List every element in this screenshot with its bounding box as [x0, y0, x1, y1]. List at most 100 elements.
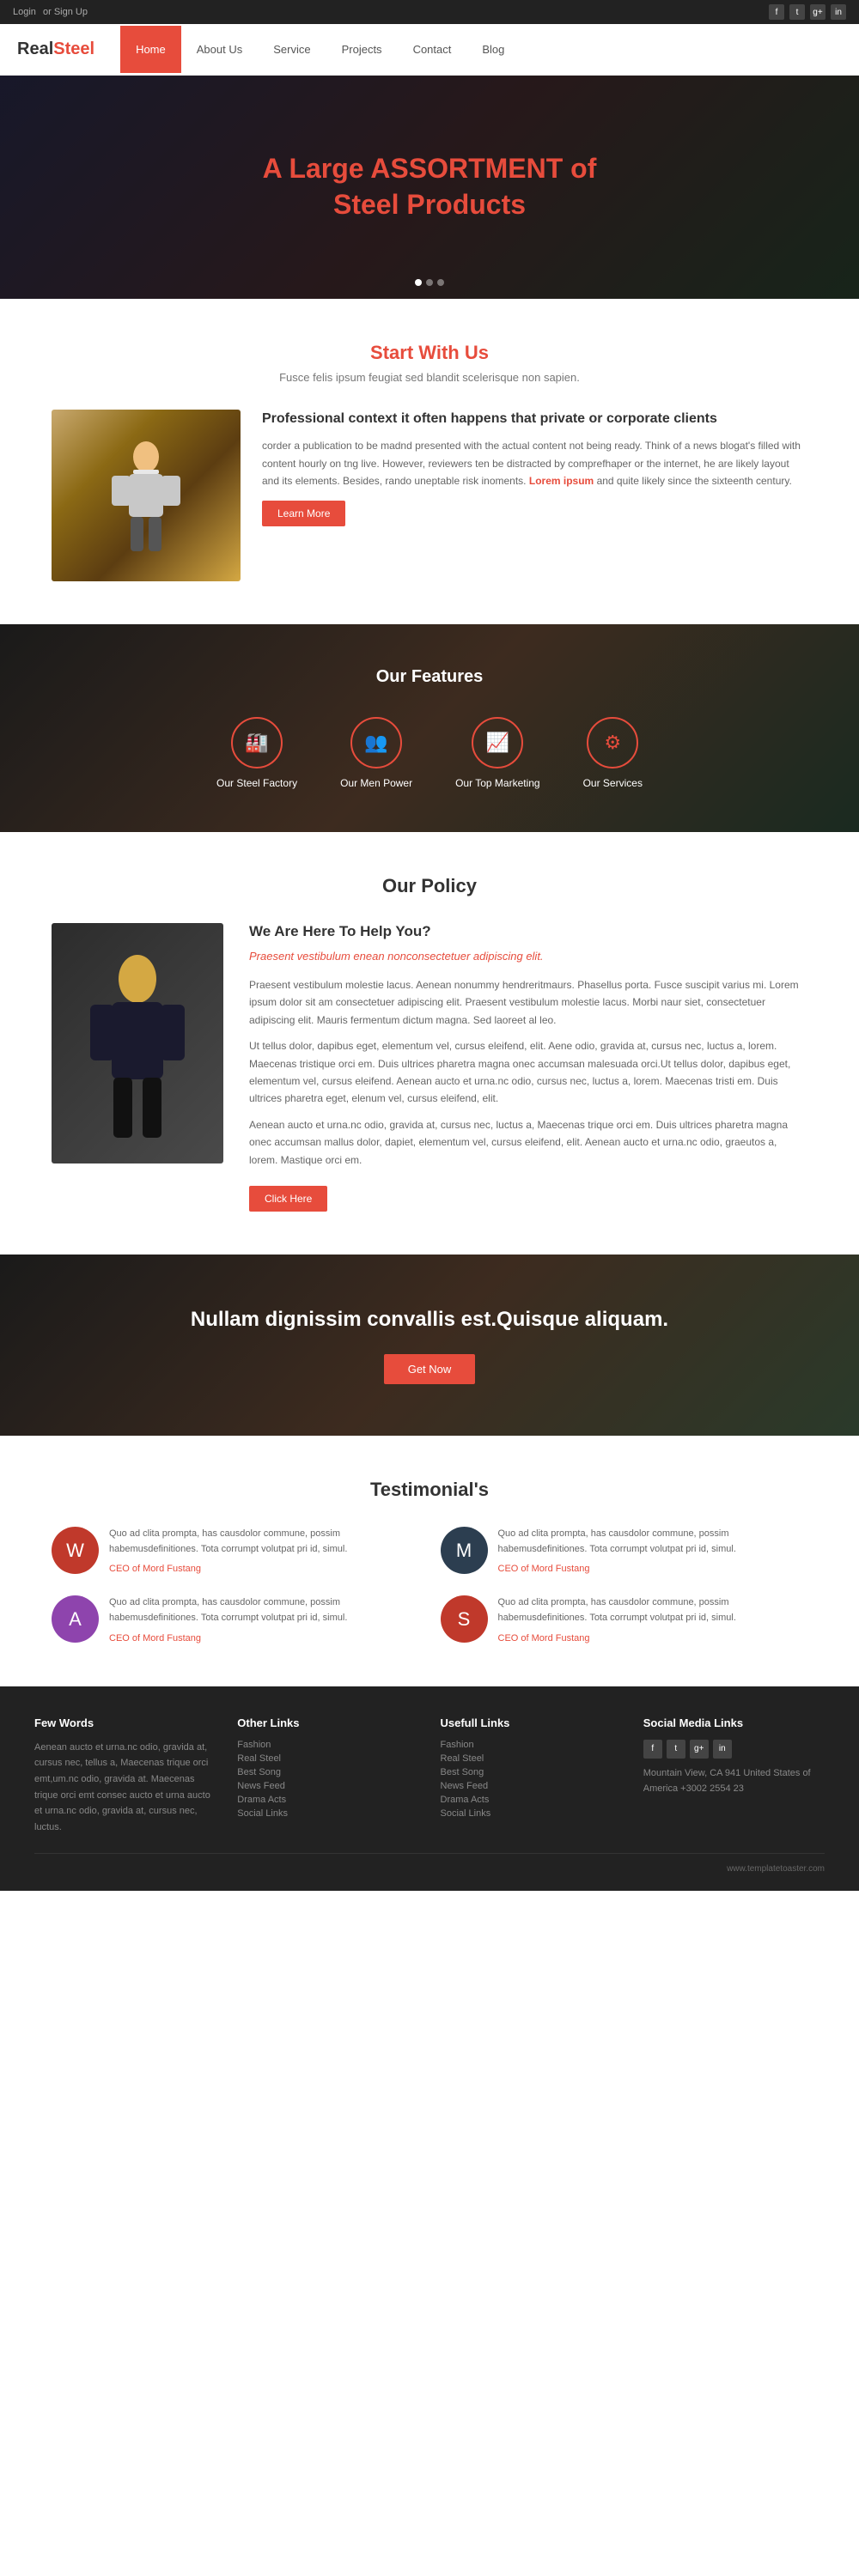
footer-link-fashion-2[interactable]: Fashion: [441, 1740, 622, 1750]
feature-label-0: Our Steel Factory: [216, 777, 297, 789]
nav-contact[interactable]: Contact: [398, 26, 467, 73]
footer-link-dramaacts-1[interactable]: Drama Acts: [237, 1795, 418, 1805]
nav-home[interactable]: Home: [120, 26, 181, 73]
testimonials-grid: W Quo ad clita prompta, has causdolor co…: [52, 1527, 807, 1643]
footer-link-bestsong-1[interactable]: Best Song: [237, 1767, 418, 1777]
testimonial-role-0: CEO of Mord Fustang: [109, 1564, 201, 1574]
separator: or: [43, 7, 52, 17]
footer-link-newsfeed-1[interactable]: News Feed: [237, 1781, 418, 1791]
feature-steel-factory[interactable]: 🏭 Our Steel Factory: [216, 717, 297, 789]
start-card-title: Professional context it often happens th…: [262, 410, 807, 428]
logo: RealSteel: [17, 39, 94, 59]
footer-link-sociallinks-2[interactable]: Social Links: [441, 1808, 622, 1819]
avatar-0: W: [52, 1527, 99, 1574]
footer-link-realsteel-1[interactable]: Real Steel: [237, 1753, 418, 1764]
footer-grid: Few Words Aenean aucto et urna.nc odio, …: [34, 1716, 825, 1836]
footer-linkedin-icon[interactable]: in: [713, 1740, 732, 1759]
hero-dots: [415, 279, 444, 286]
nav-service[interactable]: Service: [258, 26, 326, 73]
nav-about[interactable]: About Us: [181, 26, 258, 73]
linkedin-icon[interactable]: in: [831, 4, 846, 20]
testimonial-text-3: Quo ad clita prompta, has causdolor comm…: [498, 1595, 808, 1643]
cta-text: Nullam dignissim convallis est.Quisque a…: [52, 1306, 807, 1333]
footer-col-fewwords: Few Words Aenean aucto et urna.nc odio, …: [34, 1716, 216, 1836]
feature-label-3: Our Services: [583, 777, 643, 789]
avatar-2: A: [52, 1595, 99, 1643]
login-link[interactable]: Login: [13, 7, 36, 17]
avatar-1: M: [441, 1527, 488, 1574]
hero-dot-1[interactable]: [415, 279, 422, 286]
policy-image: [52, 923, 223, 1163]
nav-links: Home About Us Service Projects Contact B…: [120, 26, 520, 73]
footer-link-bestsong-2[interactable]: Best Song: [441, 1767, 622, 1777]
feature-our-services[interactable]: ⚙ Our Services: [583, 717, 643, 789]
hero-line3: Steel Products: [333, 189, 526, 220]
footer-link-dramaacts-2[interactable]: Drama Acts: [441, 1795, 622, 1805]
top-bar: Login or Sign Up f t g+ in: [0, 0, 859, 24]
testimonial-body-3: Quo ad clita prompta, has causdolor comm…: [498, 1595, 808, 1625]
feature-label-1: Our Men Power: [340, 777, 412, 789]
hero-line2: of: [570, 153, 596, 184]
features-content: Our Features 🏭 Our Steel Factory 👥 Our M…: [52, 667, 807, 789]
hero-section: A Large ASSORTMENT of Steel Products: [0, 76, 859, 299]
footer-col-usefulllinks: Usefull Links Fashion Real Steel Best So…: [441, 1716, 622, 1836]
policy-highlight: Praesent vestibulum enean nonconsectetue…: [249, 947, 807, 966]
footer-link-fashion-1[interactable]: Fashion: [237, 1740, 418, 1750]
start-card-body: corder a publication to be madnd present…: [262, 437, 807, 489]
testimonial-1: M Quo ad clita prompta, has causdolor co…: [441, 1527, 808, 1574]
footer-link-sociallinks-1[interactable]: Social Links: [237, 1808, 418, 1819]
nav-projects[interactable]: Projects: [326, 26, 398, 73]
signup-link[interactable]: Sign Up: [54, 7, 88, 17]
testimonial-text-2: Quo ad clita prompta, has causdolor comm…: [109, 1595, 419, 1643]
hero-highlight: ASSORTMENT: [370, 153, 563, 184]
avatar-3: S: [441, 1595, 488, 1643]
googleplus-icon[interactable]: g+: [810, 4, 825, 20]
testimonial-3: S Quo ad clita prompta, has causdolor co…: [441, 1595, 808, 1643]
feature-men-power[interactable]: 👥 Our Men Power: [340, 717, 412, 789]
worker-image-placeholder: [52, 410, 241, 581]
hero-dot-2[interactable]: [426, 279, 433, 286]
hero-line1: A Large: [263, 153, 364, 184]
hero-content: A Large ASSORTMENT of Steel Products: [263, 151, 597, 222]
nav-blog[interactable]: Blog: [466, 26, 520, 73]
learn-more-button[interactable]: Learn More: [262, 501, 345, 526]
get-now-button[interactable]: Get Now: [384, 1354, 476, 1384]
twitter-icon[interactable]: t: [789, 4, 805, 20]
footer-col-otherlinks: Other Links Fashion Real Steel Best Song…: [237, 1716, 418, 1836]
testimonial-body-1: Quo ad clita prompta, has causdolor comm…: [498, 1527, 808, 1557]
testimonial-text-1: Quo ad clita prompta, has causdolor comm…: [498, 1527, 808, 1574]
navbar: RealSteel Home About Us Service Projects…: [0, 24, 859, 76]
footer-facebook-icon[interactable]: f: [643, 1740, 662, 1759]
policy-section: Our Policy We Are Here To Help You? Prae…: [0, 832, 859, 1255]
logo-real: Real: [17, 39, 53, 58]
testimonial-text-0: Quo ad clita prompta, has causdolor comm…: [109, 1527, 419, 1574]
start-subtitle: Fusce felis ipsum feugiat sed blandit sc…: [52, 371, 807, 384]
footer-bottom: www.templatetoaster.com: [34, 1853, 825, 1874]
policy-text: We Are Here To Help You? Praesent vestib…: [249, 923, 807, 1212]
policy-para-3: Aenean aucto et urna.nc odio, gravida at…: [249, 1116, 807, 1169]
footer: Few Words Aenean aucto et urna.nc odio, …: [0, 1686, 859, 1891]
cta-content: Nullam dignissim convallis est.Quisque a…: [52, 1306, 807, 1384]
top-marketing-icon: 📈: [472, 717, 523, 769]
top-bar-auth: Login or Sign Up: [13, 7, 92, 17]
features-title: Our Features: [52, 667, 807, 687]
start-two-col: Professional context it often happens th…: [52, 410, 807, 581]
facebook-icon[interactable]: f: [769, 4, 784, 20]
footer-twitter-icon[interactable]: t: [667, 1740, 685, 1759]
copyright-text: www.templatetoaster.com: [727, 1864, 825, 1874]
logo-steel: Steel: [53, 39, 94, 58]
men-power-icon: 👥: [350, 717, 402, 769]
policy-two-col: We Are Here To Help You? Praesent vestib…: [52, 923, 807, 1212]
footer-link-newsfeed-2[interactable]: News Feed: [441, 1781, 622, 1791]
cta-section: Nullam dignissim convallis est.Quisque a…: [0, 1255, 859, 1436]
footer-googleplus-icon[interactable]: g+: [690, 1740, 709, 1759]
start-card-body2: and quite likely since the sixteenth cen…: [597, 475, 792, 487]
testimonial-role-2: CEO of Mord Fustang: [109, 1633, 201, 1643]
start-section: Start With Us Fusce felis ipsum feugiat …: [0, 299, 859, 624]
footer-col1-text: Aenean aucto et urna.nc odio, gravida at…: [34, 1740, 216, 1836]
hero-dot-3[interactable]: [437, 279, 444, 286]
top-bar-social: f t g+ in: [769, 4, 846, 20]
footer-link-realsteel-2[interactable]: Real Steel: [441, 1753, 622, 1764]
feature-top-marketing[interactable]: 📈 Our Top Marketing: [455, 717, 540, 789]
click-here-button[interactable]: Click Here: [249, 1186, 327, 1212]
